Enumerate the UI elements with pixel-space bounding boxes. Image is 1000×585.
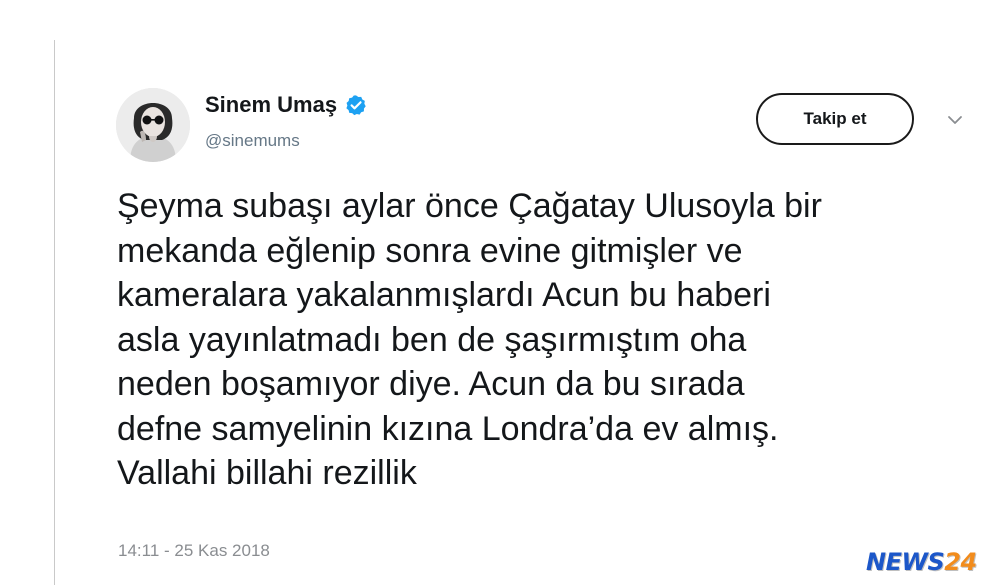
left-divider bbox=[54, 40, 55, 585]
tweet-line: Vallahi billahi rezillik bbox=[117, 454, 417, 492]
author-name-row: Sinem Umaş bbox=[205, 92, 367, 118]
tweet-line: defne samyelinin kızına Londra’da ev alm… bbox=[117, 409, 779, 448]
tweet-line: kameralara yakalanmışlardı Acun bu haber… bbox=[117, 276, 771, 314]
tweet-line: asla yayınlatmadı ben de şaşırmıştım oha bbox=[117, 320, 747, 359]
verified-badge-icon bbox=[345, 94, 367, 116]
tweet-text: Şeyma subaşı aylar önce Çağatay Ulusoyla… bbox=[117, 184, 977, 496]
tweet-line: neden boşamıyor diye. Acun da bu sırada bbox=[117, 365, 745, 403]
avatar[interactable] bbox=[116, 88, 190, 162]
author-handle[interactable]: @sinemums bbox=[205, 131, 300, 151]
author-display-name[interactable]: Sinem Umaş bbox=[205, 92, 337, 118]
tweet-line: mekanda eğlenip sonra evine gitmişler ve bbox=[117, 231, 743, 270]
tweet-line: Şeyma subaşı aylar önce Çağatay Ulusoyla… bbox=[117, 187, 822, 225]
tweet-card: Sinem Umaş @sinemums Takip et Şeyma suba… bbox=[0, 0, 1000, 585]
watermark-news: NEWS bbox=[866, 548, 945, 576]
tweet-timestamp[interactable]: 14:11 - 25 Kas 2018 bbox=[118, 541, 270, 561]
watermark-number: 24 bbox=[944, 548, 977, 576]
follow-button[interactable]: Takip et bbox=[756, 93, 914, 145]
chevron-down-icon[interactable] bbox=[944, 112, 966, 128]
news24-watermark: NEWS24 bbox=[866, 548, 977, 576]
